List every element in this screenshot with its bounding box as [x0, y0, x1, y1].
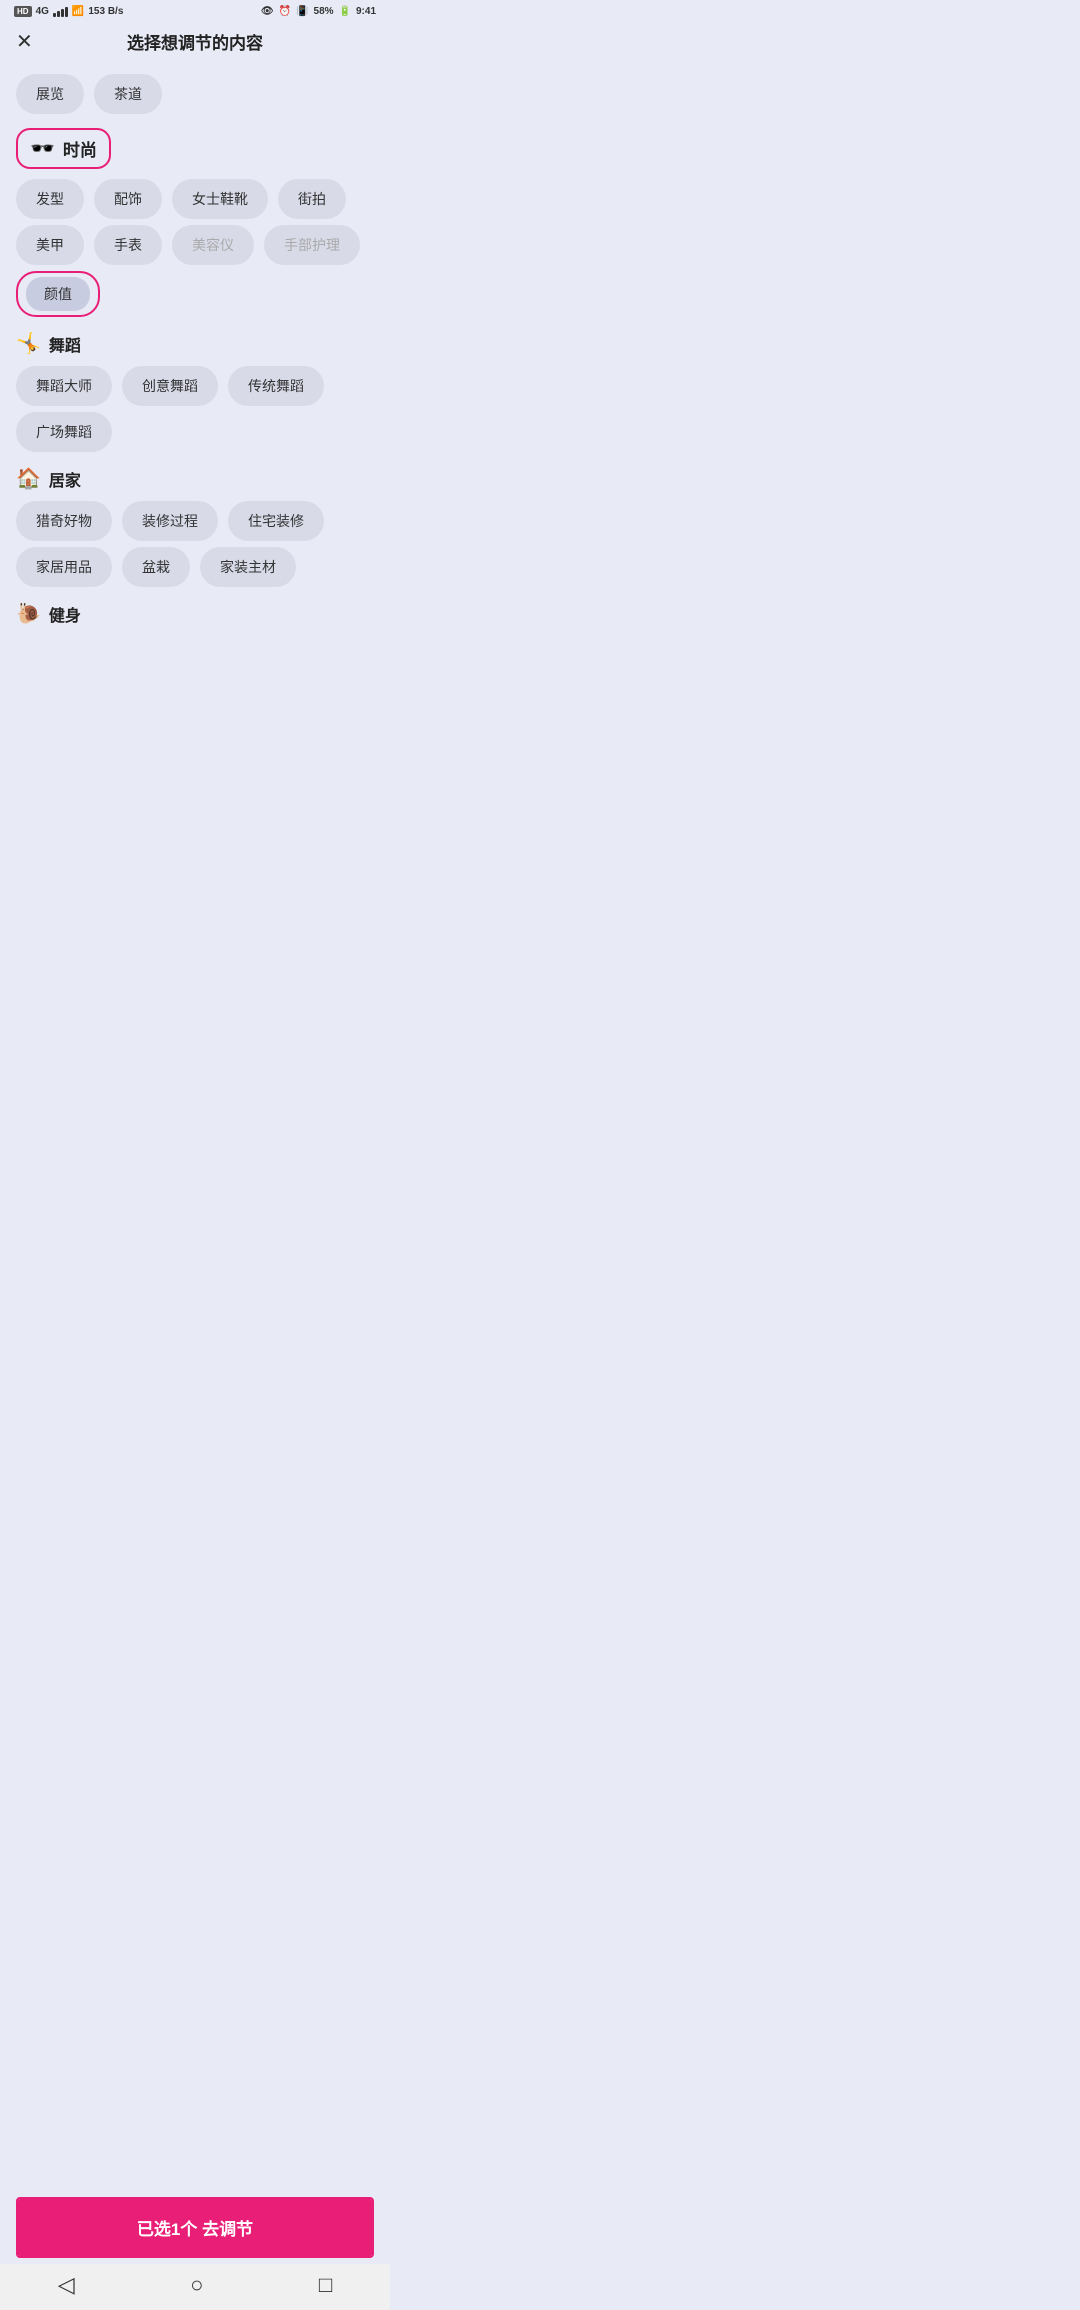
action-button[interactable]: 已选1个 去调节 — [18, 2199, 372, 2256]
tag-shoes[interactable]: 女士鞋靴 — [172, 179, 268, 219]
fashion-label: 时尚 — [63, 136, 97, 161]
alarm-icon: ⏰ — [279, 6, 291, 17]
back-nav-icon[interactable]: ◁ — [58, 2272, 75, 2298]
tag-square-dance[interactable]: 广场舞蹈 — [16, 412, 112, 452]
tag-renovation-process[interactable]: 装修过程 — [122, 501, 218, 541]
network-speed: 153 B/s — [88, 6, 123, 17]
vibrate-icon: 📳 — [296, 6, 308, 17]
signal-bars — [53, 7, 68, 17]
tag-dance-master[interactable]: 舞蹈大师 — [16, 366, 112, 406]
tag-novelty[interactable]: 猎奇好物 — [16, 501, 112, 541]
content-area: 展览 茶道 🕶️ 时尚 发型 配饰 女士鞋靴 街拍 美甲 手表 美容仪 手部护理… — [0, 64, 390, 736]
close-button[interactable]: ✕ — [16, 32, 33, 52]
tag-streetphoto[interactable]: 街拍 — [278, 179, 346, 219]
tag-hand-care: 手部护理 — [264, 225, 360, 265]
bottom-bar: 已选1个 去调节 ◁ ○ □ — [0, 2197, 390, 2310]
tag-yanzhi-inner: 颜值 — [26, 277, 90, 311]
eye-icon: 👁 — [261, 6, 274, 17]
top-tags: 展览 茶道 — [16, 74, 374, 114]
selected-tag-yanzhi[interactable]: 颜值 — [16, 271, 100, 317]
fitness-label: 健身 — [49, 602, 81, 626]
dance-label: 舞蹈 — [49, 332, 81, 356]
tag-beauty-device: 美容仪 — [172, 225, 254, 265]
home-nav-icon[interactable]: ○ — [190, 2272, 203, 2298]
tag-home-renovation[interactable]: 住宅装修 — [228, 501, 324, 541]
home-icon: 🏠 — [16, 466, 41, 491]
hd-badge: HD — [14, 6, 32, 17]
tag-tea[interactable]: 茶道 — [94, 74, 162, 114]
tag-hairstyle[interactable]: 发型 — [16, 179, 84, 219]
home-label: 居家 — [49, 467, 81, 491]
section-fitness: 🐌 健身 — [16, 601, 374, 626]
tag-exhibition[interactable]: 展览 — [16, 74, 84, 114]
section-home: 🏠 居家 — [16, 466, 374, 491]
page-title: 选择想调节的内容 — [127, 29, 263, 54]
dance-tags-row2: 广场舞蹈 — [16, 412, 374, 452]
fitness-icon: 🐌 — [16, 601, 41, 626]
tag-bonsai[interactable]: 盆栽 — [122, 547, 190, 587]
tag-home-materials[interactable]: 家装主材 — [200, 547, 296, 587]
home-tags-row2: 家居用品 盆栽 家装主材 — [16, 547, 374, 587]
nav-bar: ◁ ○ □ — [0, 2264, 390, 2310]
clock: 9:41 — [356, 6, 376, 17]
dance-tags: 舞蹈大师 创意舞蹈 传统舞蹈 — [16, 366, 374, 406]
battery-icon: 🔋 — [339, 6, 351, 17]
action-btn-wrapper: 已选1个 去调节 — [16, 2197, 374, 2258]
fashion-tags-row2: 美甲 手表 美容仪 手部护理 — [16, 225, 374, 265]
recents-nav-icon[interactable]: □ — [319, 2272, 332, 2298]
status-right: 👁 ⏰ 📳 58% 🔋 9:41 — [261, 6, 376, 17]
tag-watch[interactable]: 手表 — [94, 225, 162, 265]
fashion-tags-row1: 发型 配饰 女士鞋靴 街拍 — [16, 179, 374, 219]
home-tags-row1: 猎奇好物 装修过程 住宅装修 — [16, 501, 374, 541]
status-bar: HD 4G 📶 153 B/s 👁 ⏰ 📳 58% 🔋 9:41 — [0, 0, 390, 21]
category-fashion-selected[interactable]: 🕶️ 时尚 — [16, 128, 111, 169]
status-left: HD 4G 📶 153 B/s — [14, 6, 123, 17]
fashion-icon: 🕶️ — [30, 136, 55, 161]
wifi-icon: 📶 — [72, 6, 84, 17]
tag-nail[interactable]: 美甲 — [16, 225, 84, 265]
section-dance: 🤸 舞蹈 — [16, 331, 374, 356]
tag-home-goods[interactable]: 家居用品 — [16, 547, 112, 587]
tag-traditional-dance[interactable]: 传统舞蹈 — [228, 366, 324, 406]
header: ✕ 选择想调节的内容 — [0, 21, 390, 64]
signal-4g: 4G — [36, 6, 49, 17]
battery-level: 58% — [314, 6, 334, 17]
selected-tag-wrapper: 颜值 — [16, 271, 374, 317]
dance-icon: 🤸 — [16, 331, 41, 356]
tag-accessories[interactable]: 配饰 — [94, 179, 162, 219]
tag-creative-dance[interactable]: 创意舞蹈 — [122, 366, 218, 406]
